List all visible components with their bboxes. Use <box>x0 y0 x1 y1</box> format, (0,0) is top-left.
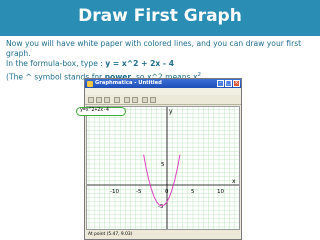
y-tick-label: 5 <box>161 162 165 168</box>
instruction-formula: y = x^2 + 2x - 4 <box>105 59 174 69</box>
graph-canvas[interactable]: -10 -5 0 5 105-5 x y <box>87 104 241 229</box>
zoom-in-icon[interactable] <box>124 96 130 103</box>
close-icon[interactable]: × <box>233 80 240 87</box>
window-titlebar[interactable]: Graphmatica - Untitled – □ × <box>85 79 241 88</box>
x-tick-label: 0 <box>165 189 169 195</box>
toolbar <box>85 95 241 105</box>
slide-title: Draw First Graph <box>78 6 242 26</box>
open-icon[interactable] <box>96 96 102 103</box>
maximize-icon[interactable]: □ <box>225 80 232 87</box>
grid-icon[interactable] <box>142 96 148 103</box>
table-icon[interactable] <box>150 96 156 103</box>
instruction-line-2-prefix: In the formula-box, type : <box>6 59 106 69</box>
x-tick-label: 10 <box>217 189 224 195</box>
print-icon[interactable] <box>114 96 120 103</box>
x-tick-label: -5 <box>136 189 142 195</box>
status-coordinates: At point (5.47, 9.03) <box>88 232 133 237</box>
y-axis-label: y <box>169 108 173 115</box>
graphmatica-window: Graphmatica - Untitled –□× FileEditViewO… <box>84 78 242 240</box>
formula-box-highlight[interactable]: y=x^2+2x-4 <box>76 107 126 116</box>
status-bar: At point (5.47, 9.03) <box>85 231 241 239</box>
new-icon[interactable] <box>88 96 94 103</box>
window-title: Graphmatica - Untitled <box>95 80 162 86</box>
minimize-icon[interactable]: – <box>217 80 224 87</box>
x-tick-label: 5 <box>191 189 195 195</box>
graph-paper[interactable]: -10 -5 0 5 10 5 -5 x y <box>86 104 241 230</box>
zoom-out-icon[interactable] <box>132 96 138 103</box>
grid-lines <box>87 104 241 229</box>
app-icon <box>87 80 93 87</box>
formula-input[interactable]: y=x^2+2x-4 <box>80 108 109 114</box>
x-axis-label: x <box>232 178 236 185</box>
instruction-line-1: Now you will have white paper with color… <box>6 39 302 59</box>
instructions: Now you will have white paper with color… <box>6 39 316 82</box>
x-tick-label: -10 <box>110 189 119 195</box>
save-icon[interactable] <box>104 96 110 103</box>
window-controls: – □ × <box>216 80 240 87</box>
menu-bar: FileEditViewOptionsToolsCalculusHelp <box>85 88 241 105</box>
